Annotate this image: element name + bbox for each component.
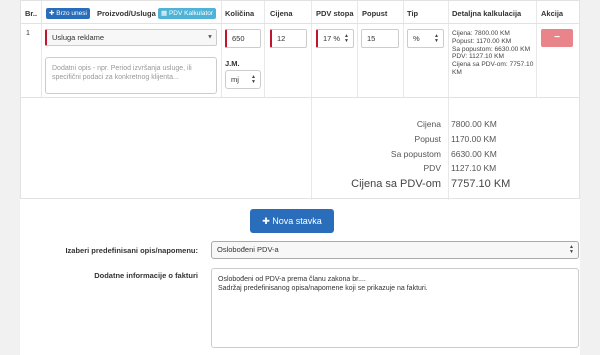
summary-label: Popust xyxy=(414,134,441,144)
detail-line: PDV: 1127.10 KM xyxy=(452,53,505,61)
detail-line: Popust: 1170.00 KM xyxy=(452,37,512,45)
header-vat-rate: PDV stopa xyxy=(316,9,354,18)
summary-label: Sa popustom xyxy=(390,149,441,159)
summary-label: PDV xyxy=(423,163,441,173)
summary-total-label: Cijena sa PDV-om xyxy=(351,178,441,190)
divider xyxy=(21,97,579,98)
minus-icon: − xyxy=(554,32,560,43)
divider xyxy=(311,98,312,200)
plus-icon: ✚ xyxy=(262,216,270,226)
discount-value: 15 xyxy=(367,34,376,43)
detail-calculation: Cijena: 7800.00 KM Popust: 1170.00 KM Sa… xyxy=(452,30,537,77)
predefined-note-value: Oslobođeni PDV-a xyxy=(217,245,279,254)
header-price: Cijena xyxy=(270,9,293,18)
type-value: % xyxy=(413,34,420,43)
vat-rate-value: 17 % xyxy=(323,34,341,43)
sort-updown-icon: ▲ ▼ xyxy=(344,32,349,44)
vat-calculator-label: PDV Kalkulator xyxy=(168,10,214,17)
delete-row-button[interactable]: − xyxy=(541,29,573,47)
header-type: Tip xyxy=(407,9,419,18)
detail-line: Cijena sa PDV-om: 7757.10 KM xyxy=(452,61,534,76)
caret-down-icon: ▼ xyxy=(207,34,213,40)
row-number: 1 xyxy=(26,30,30,37)
description-placeholder: Dodatni opis - npr. Period izvršanja usl… xyxy=(52,65,192,81)
unit-label: J.M. xyxy=(225,59,240,68)
divider xyxy=(357,1,358,97)
discount-input[interactable]: 15 xyxy=(361,29,399,48)
divider xyxy=(448,98,449,200)
summary-label: Cijena xyxy=(416,119,441,129)
product-select[interactable]: Usluga reklame ▼ xyxy=(45,29,217,46)
vat-calculator-button[interactable]: ▦ PDV Kalkulator xyxy=(158,8,217,19)
detail-line: Cijena: 7800.00 KM xyxy=(452,30,510,37)
summary-value: 1127.10 KM xyxy=(451,163,497,173)
divider xyxy=(264,1,265,97)
divider xyxy=(403,1,404,97)
divider xyxy=(21,23,579,24)
type-select[interactable]: % ▲ ▼ xyxy=(407,29,444,48)
add-item-button[interactable]: ✚ Nova stavka xyxy=(250,209,334,233)
summary-value: 7800.00 KM xyxy=(451,119,497,129)
extra-info-textarea[interactable]: Oslobođeni od PDV-a prema članu zakona b… xyxy=(211,268,579,348)
summary-value: 6630.00 KM xyxy=(451,149,497,159)
divider xyxy=(311,1,312,97)
predefined-note-select[interactable]: Oslobođeni PDV-a ▲ ▼ xyxy=(211,241,579,259)
summary-total-value: 7757.10 KM xyxy=(451,178,511,190)
summary-value: 1170.00 KM xyxy=(451,134,497,144)
select-arrows-icon: ▲ ▼ xyxy=(251,73,256,85)
quantity-value: 650 xyxy=(232,34,245,43)
divider xyxy=(448,1,449,97)
calculator-icon: ▦ xyxy=(161,10,168,17)
header-quantity: Količina xyxy=(225,9,255,18)
select-arrows-icon: ▲ ▼ xyxy=(569,244,574,255)
vat-rate-select[interactable]: 17 % ▲ ▼ xyxy=(316,29,354,48)
quick-add-label: Brzo unesi xyxy=(56,10,87,17)
header-product: Proizvod/Usluga xyxy=(97,9,156,18)
predefined-note-label: Izaberi predefinisani opis/napomenu: xyxy=(65,246,198,255)
unit-value: mj xyxy=(231,75,239,84)
quick-add-button[interactable]: ✚ Brzo unesi xyxy=(46,8,90,19)
divider xyxy=(41,1,42,97)
description-textarea[interactable]: Dodatni opis - npr. Period izvršanja usl… xyxy=(45,57,217,94)
header-number: Br.. xyxy=(25,9,38,18)
divider xyxy=(221,1,222,97)
header-detail: Detaljna kalkulacija xyxy=(452,9,522,18)
extra-info-label: Dodatne informacije o fakturi xyxy=(94,271,198,280)
unit-select[interactable]: mj ▲ ▼ xyxy=(225,70,261,89)
header-discount: Popust xyxy=(362,9,388,18)
price-input[interactable]: 12 xyxy=(270,29,307,48)
add-item-label: Nova stavka xyxy=(272,216,322,226)
extra-info-line: Sadržaj predefinisanog opisa/napomene ko… xyxy=(218,285,428,292)
product-select-value: Usluga reklame xyxy=(52,33,105,42)
extra-info-line: Oslobođeni od PDV-a prema članu zakona b… xyxy=(218,276,366,283)
plus-icon: ✚ xyxy=(49,10,55,17)
quantity-input[interactable]: 650 xyxy=(225,29,261,48)
header-action: Akcija xyxy=(541,9,564,18)
price-value: 12 xyxy=(277,34,286,43)
select-arrows-icon: ▲ ▼ xyxy=(434,32,439,44)
detail-line: Sa popustom: 6630.00 KM xyxy=(452,45,531,53)
items-table: Br.. ✚ Brzo unesi Proizvod/Usluga ▦ PDV … xyxy=(20,0,580,200)
invoice-panel: Br.. ✚ Brzo unesi Proizvod/Usluga ▦ PDV … xyxy=(20,0,580,355)
